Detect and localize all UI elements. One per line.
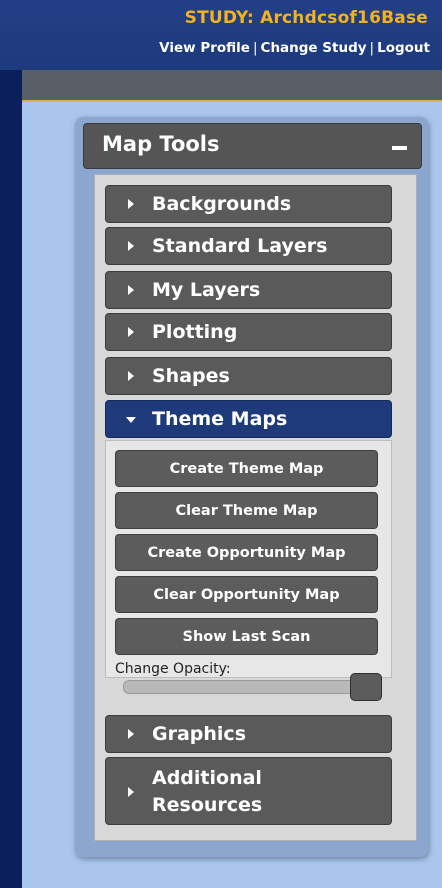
section-label: Standard Layers: [152, 235, 328, 257]
section-my-layers[interactable]: My Layers: [105, 271, 392, 309]
section-label: My Layers: [152, 279, 261, 301]
map-tools-header[interactable]: Map Tools: [83, 123, 422, 169]
section-backgrounds[interactable]: Backgrounds: [105, 185, 392, 223]
map-tools-title: Map Tools: [102, 132, 220, 156]
section-additional-resources[interactable]: Additional Resources: [105, 757, 392, 825]
caret-right-icon: [128, 371, 134, 381]
minus-icon[interactable]: [392, 146, 407, 150]
section-theme-maps[interactable]: Theme Maps: [105, 400, 392, 438]
show-last-scan-button[interactable]: Show Last Scan: [115, 618, 378, 655]
section-label: Graphics: [152, 723, 246, 745]
opacity-slider-track[interactable]: [123, 680, 377, 694]
view-profile-link[interactable]: View Profile: [159, 40, 250, 56]
clear-opportunity-map-button[interactable]: Clear Opportunity Map: [115, 576, 378, 613]
opacity-slider-handle[interactable]: [350, 673, 382, 701]
section-shapes[interactable]: Shapes: [105, 357, 392, 395]
section-graphics[interactable]: Graphics: [105, 715, 392, 753]
create-opportunity-map-button[interactable]: Create Opportunity Map: [115, 534, 378, 571]
caret-right-icon: [128, 241, 134, 251]
caret-right-icon: [128, 729, 134, 739]
caret-right-icon: [128, 327, 134, 337]
change-study-link[interactable]: Change Study: [261, 40, 367, 56]
header-links: View Profile | Change Study | Logout: [159, 40, 430, 56]
section-standard-layers[interactable]: Standard Layers: [105, 227, 392, 265]
opacity-label: Change Opacity:: [115, 661, 231, 677]
section-label: Plotting: [152, 321, 238, 343]
section-label: Theme Maps: [152, 408, 288, 430]
clear-theme-map-button[interactable]: Clear Theme Map: [115, 492, 378, 529]
toolbar-strip: [22, 70, 442, 102]
study-title: STUDY: Archdcsof16Base: [184, 8, 428, 28]
map-tools-accordion: Backgrounds Standard Layers My Layers Pl…: [94, 174, 417, 841]
section-label: Backgrounds: [152, 193, 292, 215]
theme-maps-body: Create Theme Map Clear Theme Map Create …: [105, 440, 392, 701]
link-separator: |: [252, 40, 258, 56]
section-label: Additional Resources: [152, 767, 263, 816]
create-theme-map-button[interactable]: Create Theme Map: [115, 450, 378, 487]
logout-link[interactable]: Logout: [377, 40, 430, 56]
caret-right-icon: [128, 285, 134, 295]
caret-right-icon: [128, 199, 134, 209]
map-tools-panel: Map Tools Backgrounds Standard Layers My…: [75, 117, 428, 857]
app-header: STUDY: Archdcsof16Base View Profile | Chan…: [0, 0, 442, 70]
link-separator: |: [369, 40, 375, 56]
section-plotting[interactable]: Plotting: [105, 313, 392, 351]
caret-right-icon: [128, 787, 134, 797]
section-label: Shapes: [152, 365, 230, 387]
caret-down-icon: [126, 417, 136, 423]
